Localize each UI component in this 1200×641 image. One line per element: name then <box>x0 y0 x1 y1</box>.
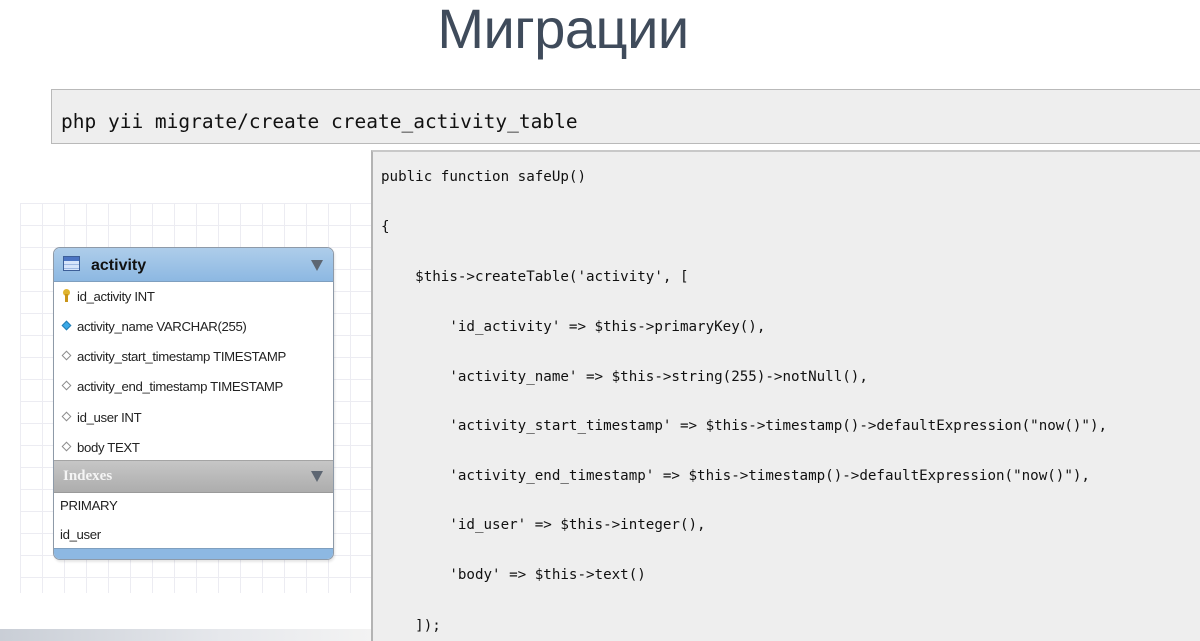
entity-title: activity <box>91 257 147 274</box>
index-item[interactable]: PRIMARY <box>54 492 333 520</box>
code-line: 'activity_end_timestamp' => $this->times… <box>381 468 1090 484</box>
collapse-triangle-icon[interactable] <box>311 471 323 482</box>
field-label: activity_start_timestamp TIMESTAMP <box>77 349 286 364</box>
code-panel: public function safeUp() { $this->create… <box>371 150 1200 641</box>
code-line: { <box>381 219 390 235</box>
diamond-icon <box>61 350 72 361</box>
entity-field[interactable]: id_activity INT <box>54 282 333 312</box>
code-line: 'body' => $this->text() <box>381 567 646 583</box>
table-icon <box>63 256 80 271</box>
diamond-icon <box>61 441 72 452</box>
index-label: id_user <box>60 527 101 542</box>
code-line: 'activity_name' => $this->string(255)->n… <box>381 369 868 385</box>
bottom-strip <box>0 629 371 641</box>
collapse-triangle-icon[interactable] <box>311 260 323 271</box>
indexes-header[interactable]: Indexes <box>54 460 333 493</box>
diamond-filled-icon <box>61 320 72 331</box>
indexes-title: Indexes <box>63 468 113 484</box>
entity-header[interactable]: activity <box>54 248 333 282</box>
key-icon <box>63 289 70 302</box>
slide-title: Миграции <box>437 0 689 60</box>
code-line: ]); <box>381 618 441 634</box>
code-line: 'id_activity' => $this->primaryKey(), <box>381 319 766 335</box>
field-label: id_activity INT <box>77 289 155 304</box>
entity-footer <box>54 548 333 559</box>
entity-field[interactable]: activity_name VARCHAR(255) <box>54 312 333 342</box>
index-item[interactable]: id_user <box>54 521 333 549</box>
field-label: activity_name VARCHAR(255) <box>77 319 247 334</box>
code-line: 'activity_start_timestamp' => $this->tim… <box>381 418 1108 434</box>
entity-field[interactable]: activity_end_timestamp TIMESTAMP <box>54 372 333 402</box>
index-label: PRIMARY <box>60 498 118 513</box>
diamond-icon <box>61 411 72 422</box>
diamond-icon <box>61 380 72 391</box>
entity-table-activity[interactable]: activity id_activity INT activity_name V… <box>53 247 334 560</box>
command-bar: php yii migrate/create create_activity_t… <box>51 89 1200 144</box>
entity-field[interactable]: body TEXT <box>54 433 333 463</box>
entity-field[interactable]: activity_start_timestamp TIMESTAMP <box>54 342 333 372</box>
code-line: 'id_user' => $this->integer(), <box>381 517 706 533</box>
entity-field[interactable]: id_user INT <box>54 403 333 433</box>
field-label: body TEXT <box>77 440 140 455</box>
code-line: $this->createTable('activity', [ <box>381 269 689 285</box>
field-label: activity_end_timestamp TIMESTAMP <box>77 379 283 394</box>
field-label: id_user INT <box>77 410 142 425</box>
command-text: php yii migrate/create create_activity_t… <box>61 110 578 133</box>
code-line: public function safeUp() <box>381 169 586 185</box>
